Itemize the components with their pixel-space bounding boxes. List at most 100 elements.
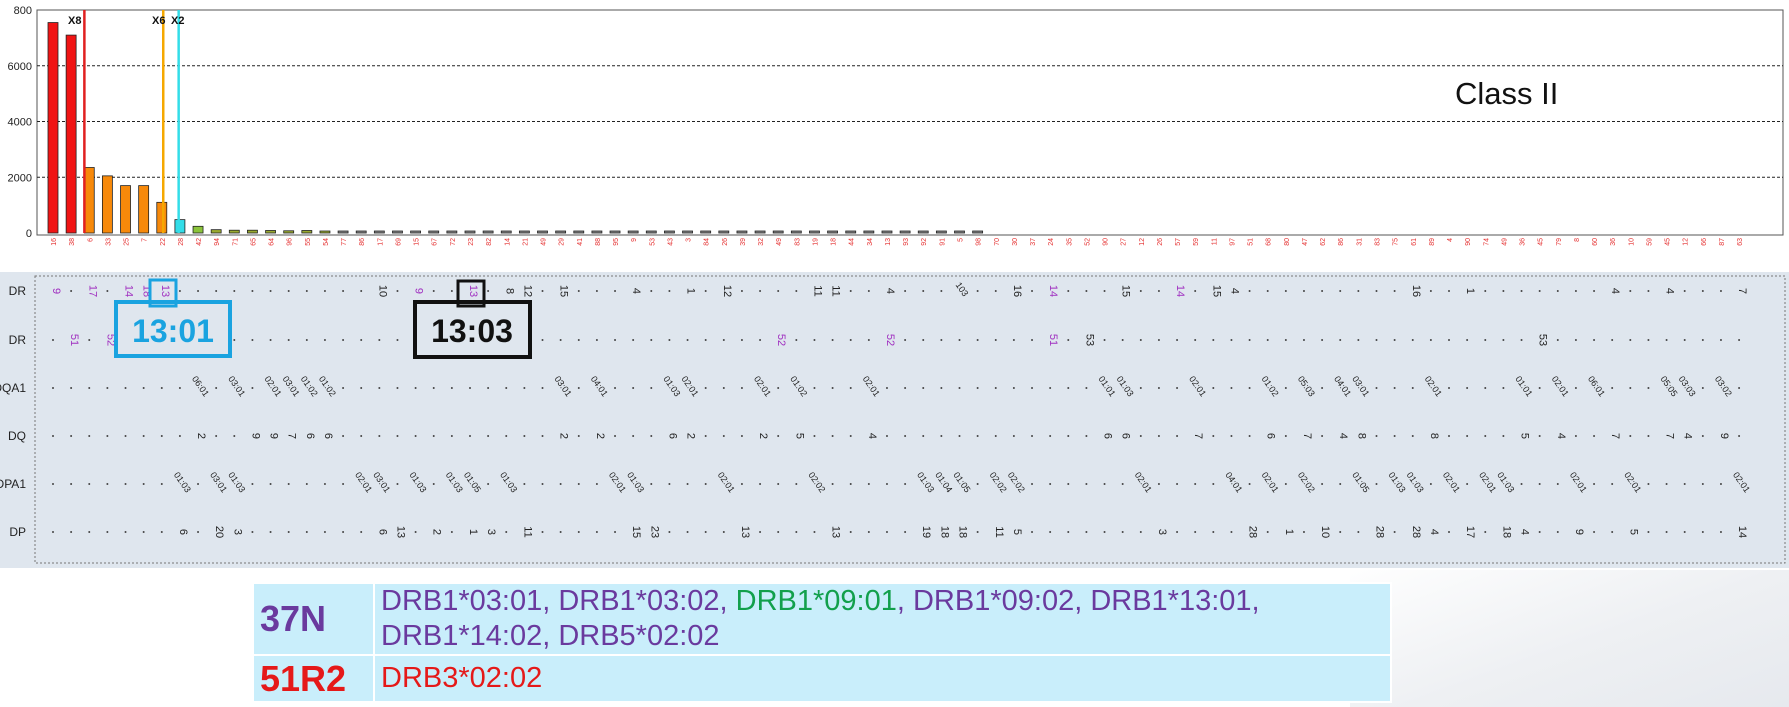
grid-dot (1139, 339, 1142, 341)
grid-dot (251, 339, 254, 341)
x-tick-label: 96 (287, 238, 294, 246)
grid-dot (1085, 531, 1088, 533)
allele-name: DRB5*02:02 (558, 620, 720, 652)
grid-dot (1647, 290, 1650, 292)
bar (682, 230, 693, 234)
grid-dot (1031, 435, 1034, 437)
grid-dot (378, 387, 381, 389)
grid-dot (70, 290, 73, 292)
grid-dot (124, 531, 127, 533)
grid-dot (1194, 531, 1197, 533)
x-tick-label: 12 (1683, 238, 1690, 246)
grid-dot (1411, 435, 1414, 437)
grid-dot (1375, 387, 1378, 389)
allele-name: DRB1*03:02, (558, 585, 736, 617)
grid-dot (559, 483, 562, 485)
grid-dot (1157, 290, 1160, 292)
grid-dot (287, 483, 290, 485)
grid-dot (740, 290, 743, 292)
grid-cell: 4 (1428, 529, 1440, 535)
x-tick-label: 49 (541, 238, 548, 246)
grid-dot (1701, 531, 1704, 533)
grid-dot (849, 435, 852, 437)
grid-dot (1212, 435, 1215, 437)
grid-cell: 52 (775, 334, 787, 346)
x-tick-label: 33 (105, 238, 112, 246)
grid-dot (1230, 531, 1233, 533)
grid-dot (414, 531, 417, 533)
x-tick-label: 25 (124, 238, 131, 246)
bar (591, 230, 603, 234)
grid-dot (450, 531, 453, 533)
x-tick-label: 71 (232, 238, 239, 246)
grid-dot (323, 483, 326, 485)
grid-dot (342, 290, 345, 292)
grid-cell: 3 (231, 529, 243, 535)
x-tick-label: 66 (1701, 238, 1708, 246)
grid-cell: 9 (249, 433, 261, 439)
grid-dot (777, 387, 780, 389)
x-tick-label: 59 (1193, 238, 1200, 246)
grid-dot (342, 531, 345, 533)
grid-dot (396, 290, 399, 292)
grid-dot (1665, 531, 1668, 533)
grid-dot (1302, 290, 1305, 292)
grid-dot (1593, 290, 1596, 292)
grid-dot (523, 483, 526, 485)
grid-dot (1067, 339, 1070, 341)
grid-dot (233, 339, 236, 341)
grid-cell: 8 (503, 288, 515, 294)
grid-dot (342, 435, 345, 437)
grid-dot (595, 339, 598, 341)
grid-dot (1520, 339, 1523, 341)
grid-dot (1049, 483, 1052, 485)
grid-dot (1031, 483, 1034, 485)
grid-cell: 3 (1156, 529, 1168, 535)
grid-dot (1139, 531, 1142, 533)
grid-dot (1321, 290, 1324, 292)
grid-dot (251, 387, 254, 389)
bar (863, 230, 875, 234)
grid-dot (1683, 290, 1686, 292)
x-tick-label: 53 (649, 238, 656, 246)
grid-dot (1429, 290, 1432, 292)
grid-cell: 13 (394, 526, 406, 538)
grid-dot (994, 290, 997, 292)
grid-dot (1321, 435, 1324, 437)
grid-dot (1574, 290, 1577, 292)
grid-dot (1121, 339, 1124, 341)
grid-cell: 11 (993, 526, 1005, 537)
row-label: DQA1 (0, 381, 26, 395)
table-row: 51R2 DRB3*02:02 (254, 656, 1390, 701)
grid-cell: 11 (811, 285, 823, 296)
grid-dot (1157, 483, 1160, 485)
x-tick-label: 54 (323, 238, 330, 246)
grid-dot (160, 531, 163, 533)
grid-dot (704, 290, 707, 292)
grid-dot (1139, 290, 1142, 292)
grid-dot (595, 290, 598, 292)
x-tick-label: 74 (1483, 238, 1490, 246)
grid-dot (958, 339, 961, 341)
bar (790, 230, 802, 234)
grid-dot (577, 339, 580, 341)
grid-dot (178, 387, 181, 389)
grid-dot (70, 435, 73, 437)
bar (301, 230, 313, 234)
bar (881, 230, 893, 234)
grid-dot (178, 435, 181, 437)
grid-dot (904, 339, 907, 341)
grid-dot (450, 435, 453, 437)
grid-dot (668, 290, 671, 292)
grid-dot (1520, 290, 1523, 292)
grid-cell: 7 (1301, 433, 1313, 439)
x-tick-label: 49 (776, 238, 783, 246)
x-tick-label: 12 (1139, 238, 1146, 246)
x-tick-label: 41 (577, 238, 584, 246)
grid-dot (88, 435, 91, 437)
grid-dot (1719, 339, 1722, 341)
grid-dot (1212, 483, 1215, 485)
x-tick-label: 44 (849, 238, 856, 246)
grid-dot (450, 387, 453, 389)
grid-dot (831, 483, 834, 485)
